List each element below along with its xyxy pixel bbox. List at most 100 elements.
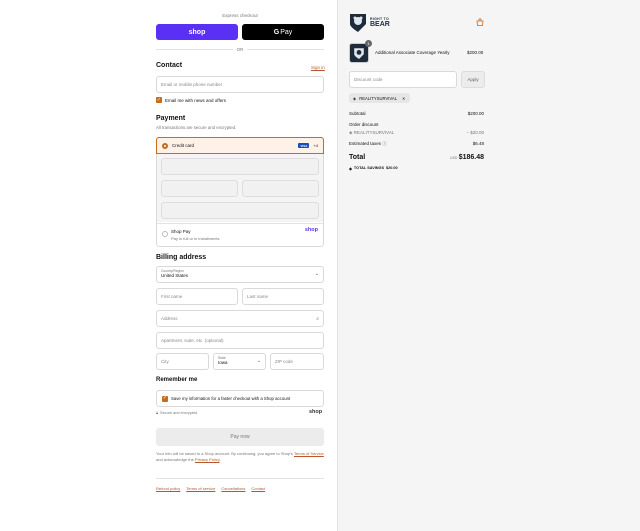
lock-icon: 🔒︎ xyxy=(156,411,159,415)
total-amount: USD $186.48 xyxy=(450,154,484,161)
shop-pay-express-button[interactable]: shop xyxy=(156,24,238,40)
payment-subtitle: All transactions are secure and encrypte… xyxy=(156,125,237,130)
product-name: Additional Associate Coverage Yearly xyxy=(375,50,450,55)
save-info-checkbox[interactable]: ✓ xyxy=(162,395,168,402)
save-info-box[interactable]: ✓ Save my information for a faster check… xyxy=(156,390,324,407)
disclaimer-mid: and acknowledge the xyxy=(156,457,195,463)
taxes-row: Estimated taxes ⓘ $6.48 xyxy=(349,141,484,147)
or-label: OR xyxy=(236,47,244,52)
total-value: $186.48 xyxy=(458,154,484,161)
address-placeholder: Address xyxy=(161,316,178,321)
apply-label: Apply xyxy=(467,77,479,82)
google-g-icon: G xyxy=(273,28,280,36)
credit-card-option[interactable]: Credit card VISA +4 xyxy=(156,137,324,154)
discount-code-label: ◈ REALITYSURVIVAL xyxy=(349,130,394,136)
visa-badge: VISA xyxy=(298,143,310,148)
cancellations-link[interactable]: Cancellations xyxy=(221,486,245,491)
secure-note: 🔒︎ Secure and encrypted xyxy=(156,411,197,415)
cart-icon[interactable] xyxy=(476,18,484,28)
country-value: United States xyxy=(161,273,189,278)
state-select[interactable]: State Iowa ⌄ xyxy=(213,353,266,370)
tag-icon: ◈ xyxy=(353,95,357,101)
subtotal-label: Subtotal xyxy=(349,111,366,116)
footer-links: Refund policy Terms of service Cancellat… xyxy=(156,486,265,491)
more-cards-label: +4 xyxy=(313,143,318,148)
state-value: Iowa xyxy=(218,360,228,365)
country-select[interactable]: Country/Region United States ⌄ xyxy=(156,266,324,283)
shop-pay-label: Shop Pay xyxy=(171,229,191,234)
newsletter-label: Email me with news and offers xyxy=(165,97,226,103)
savings-label: TOTAL SAVINGS xyxy=(353,166,385,170)
contact-link[interactable]: Contact xyxy=(251,486,265,491)
brand-line1: RIGHT TO xyxy=(370,16,390,21)
bear-shield-icon xyxy=(350,14,366,32)
discount-tag: ◈ REALITYSURVIVAL ✕ xyxy=(349,93,410,103)
name-on-card-field[interactable] xyxy=(161,202,319,219)
bear-shield-icon xyxy=(354,48,364,59)
newsletter-checkbox-row[interactable]: ✓ Email me with news and offers xyxy=(156,97,226,103)
total-row: Total USD $186.48 xyxy=(349,154,484,161)
credit-card-label: Credit card xyxy=(172,143,195,148)
quantity-badge: 1 xyxy=(365,40,372,47)
apartment-field[interactable]: Apartment, suite, etc. (optional) xyxy=(156,332,324,349)
total-label: Total xyxy=(349,154,366,161)
order-discount-label: Order discount xyxy=(349,122,379,127)
terms-of-service-link[interactable]: Terms of service xyxy=(186,486,215,491)
remove-discount-icon[interactable]: ✕ xyxy=(402,96,406,101)
info-icon[interactable]: ⓘ xyxy=(382,141,387,146)
refund-policy-link[interactable]: Refund policy xyxy=(156,486,180,491)
shop-pay-option[interactable]: Shop Pay Pay in full or in installments … xyxy=(157,223,323,246)
last-name-field[interactable]: Last name xyxy=(242,288,324,305)
search-icon: ⌕ xyxy=(316,315,319,322)
shop-logo: shop xyxy=(309,409,323,415)
google-pay-button[interactable]: G Pay xyxy=(242,24,324,40)
express-checkout-label: Express checkout xyxy=(222,13,258,18)
discount-code-text: REALITYSURVIVAL xyxy=(353,130,395,135)
cvv-field[interactable] xyxy=(242,180,319,197)
taxes-value: $6.48 xyxy=(472,141,484,146)
billing-title: Billing address xyxy=(156,254,207,261)
payment-title: Payment xyxy=(156,115,186,122)
pay-now-label: Pay now xyxy=(230,434,250,440)
tag-icon: ◈ xyxy=(349,167,352,171)
brand-line2: BEAR xyxy=(370,20,390,28)
disclaimer-pre: Your info will be saved to a Shop accoun… xyxy=(156,451,294,456)
remember-title: Remember me xyxy=(156,377,198,383)
shop-pay-sublabel: Pay in full or in installments xyxy=(171,236,220,241)
chevron-down-icon: ⌄ xyxy=(256,358,261,364)
order-discount-row: Order discount xyxy=(349,122,484,127)
newsletter-checkbox[interactable]: ✓ xyxy=(156,97,162,103)
sign-in-link[interactable]: Sign in xyxy=(311,65,325,70)
expiry-field[interactable] xyxy=(161,180,238,197)
privacy-link[interactable]: Privacy Policy xyxy=(195,457,220,462)
apply-discount-button[interactable]: Apply xyxy=(461,71,485,88)
discount-code-row: ◈ REALITYSURVIVAL − $20.00 xyxy=(349,130,484,136)
product-price: $200.00 xyxy=(467,50,484,55)
zip-field[interactable]: ZIP code xyxy=(270,353,324,370)
total-savings: ◈ TOTAL SAVINGS $20.00 xyxy=(349,166,398,171)
terms-link[interactable]: Terms of Service xyxy=(294,451,324,456)
address-field[interactable]: Address ⌕ xyxy=(156,310,324,327)
subtotal-row: Subtotal $200.00 xyxy=(349,111,484,116)
disclaimer-text: Your info will be saved to a Shop accoun… xyxy=(156,451,324,464)
brand-logo[interactable]: RIGHT TO BEAR xyxy=(349,12,390,32)
divider-or: OR xyxy=(156,47,324,52)
pay-now-button[interactable]: Pay now xyxy=(156,428,324,446)
email-field[interactable]: Email or mobile phone number xyxy=(156,76,324,93)
chevron-down-icon: ⌄ xyxy=(314,271,319,277)
card-number-field[interactable] xyxy=(161,158,319,175)
radio-unselected-icon[interactable] xyxy=(162,231,168,237)
city-field[interactable]: City xyxy=(156,353,209,370)
contact-title: Contact xyxy=(156,62,183,69)
first-name-field[interactable]: First name xyxy=(156,288,238,305)
shop-pay-logo: shop xyxy=(188,28,206,36)
discount-value: − $20.00 xyxy=(466,130,484,135)
radio-selected-icon[interactable] xyxy=(162,142,168,149)
secure-label: Secure and encrypted xyxy=(160,411,198,415)
save-info-label: Save my information for a faster checkou… xyxy=(171,396,291,401)
discount-tag-label: REALITYSURVIVAL xyxy=(359,95,398,101)
shop-pay-logo: shop xyxy=(304,227,318,233)
taxes-label: Estimated taxes ⓘ xyxy=(349,141,387,147)
discount-code-input[interactable]: Discount code xyxy=(349,71,457,88)
gpay-label: Pay xyxy=(280,28,293,36)
